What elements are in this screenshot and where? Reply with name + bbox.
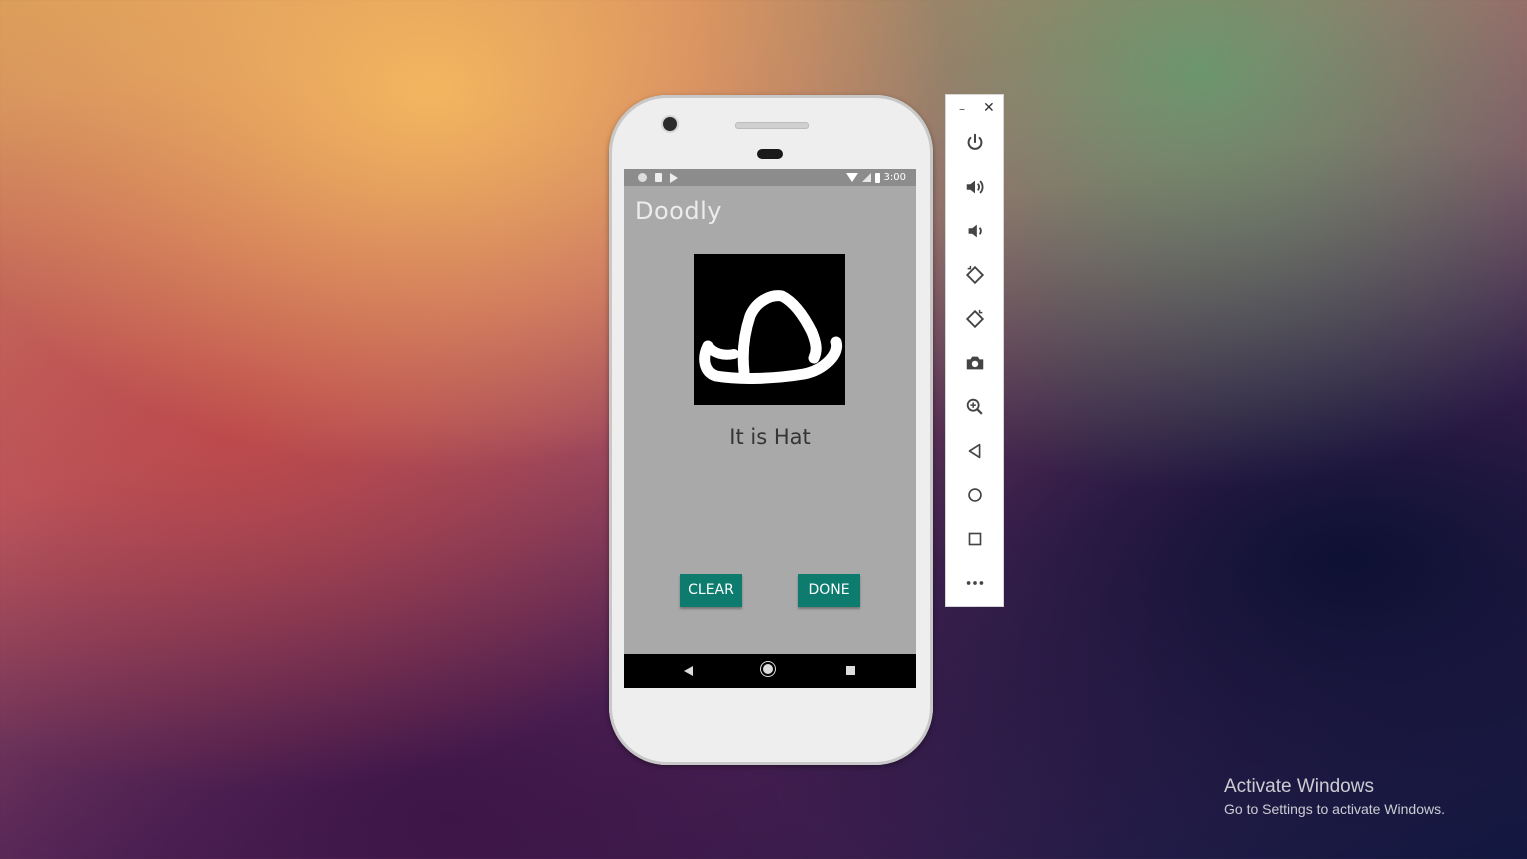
android-nav-bar	[624, 654, 916, 688]
watermark-subtitle: Go to Settings to activate Windows.	[1224, 801, 1445, 817]
sd-card-icon	[655, 173, 662, 182]
status-notifications	[638, 169, 678, 186]
nav-recents-icon[interactable]	[846, 666, 855, 675]
prediction-text: It is Hat	[729, 425, 811, 449]
notification-dot-icon	[638, 173, 647, 182]
status-time: 3:00	[883, 172, 906, 183]
home-icon[interactable]	[962, 482, 988, 508]
status-system: 3:00	[845, 169, 906, 186]
volume-up-icon[interactable]	[962, 174, 988, 200]
wifi-icon	[845, 173, 858, 182]
zoom-icon[interactable]	[962, 394, 988, 420]
phone-frame: 3:00 Doodly It is Hat CLEAR DONE	[609, 95, 933, 765]
nav-home-icon[interactable]	[763, 664, 773, 674]
app-title: Doodly	[635, 197, 722, 225]
nav-back-icon[interactable]	[684, 666, 693, 676]
rotate-left-icon[interactable]	[962, 262, 988, 288]
back-icon[interactable]	[962, 438, 988, 464]
activate-windows-watermark: Activate Windows Go to Settings to activ…	[1224, 776, 1445, 817]
camera-icon[interactable]	[962, 350, 988, 376]
watermark-title: Activate Windows	[1224, 776, 1374, 797]
close-button[interactable]: ✕	[983, 100, 995, 116]
drawing-canvas[interactable]	[694, 254, 845, 405]
status-bar: 3:00	[624, 169, 916, 186]
battery-icon	[874, 172, 880, 183]
clear-button[interactable]: CLEAR	[680, 574, 742, 607]
proximity-sensor	[757, 149, 783, 159]
minimize-button[interactable]: –	[959, 102, 965, 116]
signal-icon	[861, 173, 871, 182]
hat-doodle	[699, 290, 843, 384]
done-button[interactable]: DONE	[798, 574, 860, 607]
play-store-icon	[670, 172, 678, 183]
earpiece-speaker	[735, 122, 809, 129]
volume-down-icon[interactable]	[962, 218, 988, 244]
overview-icon[interactable]	[962, 526, 988, 552]
front-camera	[663, 117, 677, 131]
emulator-toolbar: – ✕	[945, 94, 1004, 607]
rotate-right-icon[interactable]	[962, 306, 988, 332]
power-icon[interactable]	[962, 130, 988, 156]
phone-screen: 3:00 Doodly It is Hat CLEAR DONE	[624, 169, 916, 688]
more-icon[interactable]	[962, 570, 988, 596]
